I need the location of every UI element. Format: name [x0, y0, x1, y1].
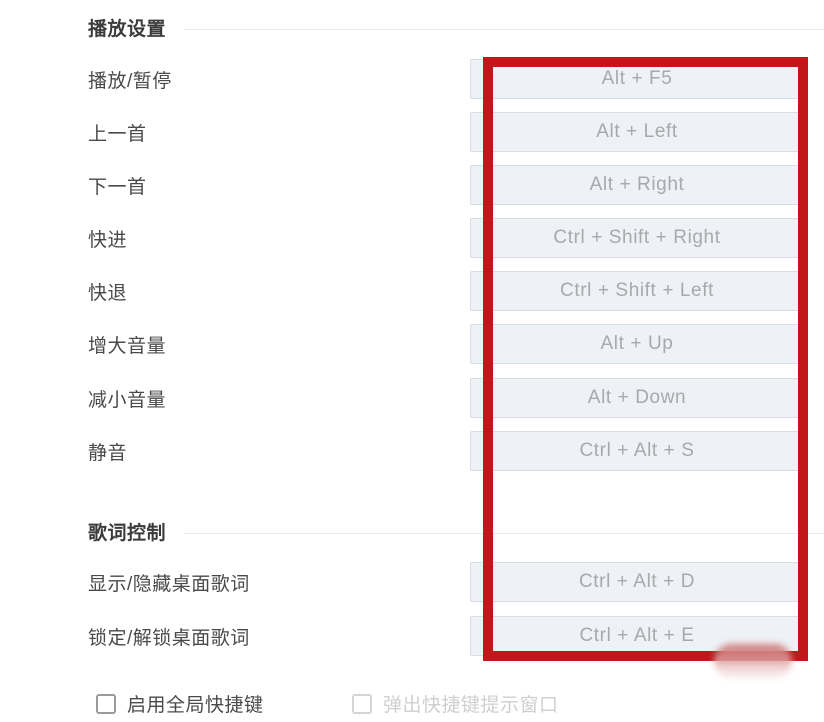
- shortcut-settings-panel: 播放设置 播放/暂停 Alt + F5 上一首 Alt + Left 下一首 A…: [0, 0, 824, 722]
- shortcut-input-next-track[interactable]: Alt + Right: [470, 165, 804, 205]
- section-title: 歌词控制: [88, 522, 167, 544]
- shortcut-row-label: 静音: [88, 442, 128, 464]
- checkbox-box-icon[interactable]: [96, 693, 116, 714]
- shortcut-row-label: 锁定/解锁桌面歌词: [88, 627, 250, 649]
- checkbox-enable-global-shortcuts[interactable]: 启用全局快捷键: [96, 690, 264, 717]
- section-title: 播放设置: [88, 18, 167, 40]
- shortcut-input-previous-track[interactable]: Alt + Left: [470, 112, 804, 152]
- shortcut-row-label: 显示/隐藏桌面歌词: [88, 573, 250, 595]
- shortcut-row-label: 下一首: [88, 176, 147, 198]
- checkbox-show-shortcut-popup[interactable]: 弹出快捷键提示窗口: [352, 690, 559, 717]
- shortcut-row-label: 快退: [88, 282, 128, 304]
- section-divider: [184, 532, 824, 534]
- shortcut-row: 显示/隐藏桌面歌词 Ctrl + Alt + D: [0, 561, 824, 603]
- shortcut-row-label: 上一首: [88, 123, 147, 145]
- shortcut-input-mute[interactable]: Ctrl + Alt + S: [470, 431, 804, 471]
- checkbox-label: 启用全局快捷键: [127, 695, 264, 716]
- shortcut-row: 减小音量 Alt + Down: [0, 377, 824, 419]
- shortcut-input-play-pause[interactable]: Alt + F5: [470, 59, 804, 99]
- section-header-lyrics: 歌词控制: [88, 518, 824, 544]
- shortcut-row-label: 播放/暂停: [88, 70, 172, 92]
- shortcut-row-label: 快进: [88, 229, 128, 251]
- checkbox-box-icon[interactable]: [352, 693, 372, 714]
- shortcut-row: 快进 Ctrl + Shift + Right: [0, 217, 824, 259]
- redaction-blur-smudge: [714, 644, 792, 678]
- shortcut-input-rewind[interactable]: Ctrl + Shift + Left: [470, 271, 804, 311]
- shortcut-row-label: 减小音量: [88, 389, 167, 411]
- shortcut-input-volume-down[interactable]: Alt + Down: [470, 378, 804, 418]
- shortcut-row: 上一首 Alt + Left: [0, 111, 824, 153]
- shortcut-row-label: 增大音量: [88, 335, 167, 357]
- section-header-playback: 播放设置: [88, 14, 824, 40]
- options-bar: 启用全局快捷键 弹出快捷键提示窗口: [0, 686, 824, 722]
- shortcut-row: 锁定/解锁桌面歌词 Ctrl + Alt + E: [0, 615, 824, 657]
- checkbox-label: 弹出快捷键提示窗口: [383, 695, 559, 716]
- shortcut-input-fast-forward[interactable]: Ctrl + Shift + Right: [470, 218, 804, 258]
- shortcut-row: 快退 Ctrl + Shift + Left: [0, 270, 824, 312]
- shortcut-row: 下一首 Alt + Right: [0, 164, 824, 206]
- shortcut-input-volume-up[interactable]: Alt + Up: [470, 324, 804, 364]
- shortcut-row: 播放/暂停 Alt + F5: [0, 58, 824, 100]
- shortcut-input-toggle-desktop-lyrics[interactable]: Ctrl + Alt + D: [470, 562, 804, 602]
- shortcut-row: 增大音量 Alt + Up: [0, 323, 824, 365]
- shortcut-row: 静音 Ctrl + Alt + S: [0, 430, 824, 472]
- section-divider: [184, 28, 824, 30]
